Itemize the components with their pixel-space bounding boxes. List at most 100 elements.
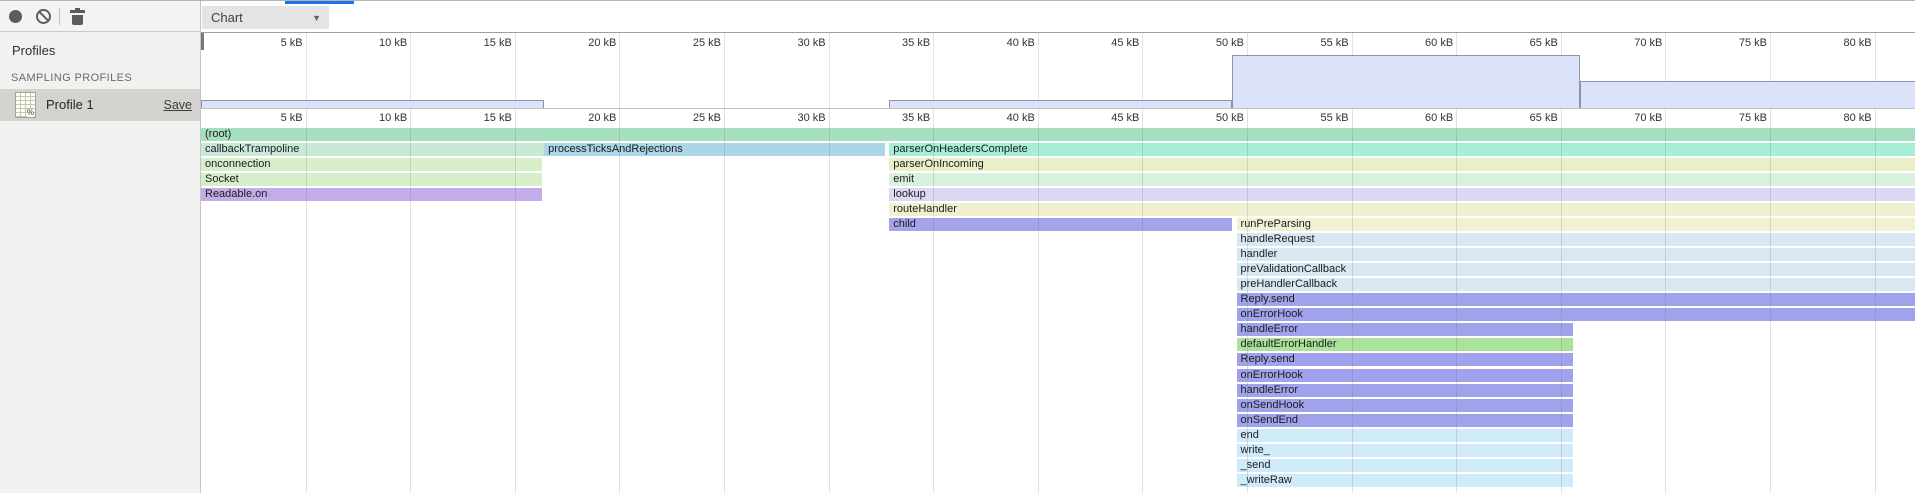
flame-bar-emit[interactable]: emit [889, 173, 1915, 186]
tick-label-80kb: 80 kB [1843, 37, 1871, 49]
flame-bar-_writeRaw[interactable]: _writeRaw [1237, 474, 1574, 487]
clear-slash [38, 11, 49, 22]
gridline-45kb [1142, 33, 1143, 108]
flame-bar-Reply.send[interactable]: Reply.send [1237, 353, 1574, 366]
flame-bar-onErrorHook[interactable]: onErrorHook [1237, 369, 1574, 382]
tick-label-30kb: 30 kB [797, 37, 825, 49]
tick-label-80kb: 80 kB [1843, 112, 1871, 124]
flame-bar-Socket[interactable]: Socket [201, 173, 542, 186]
gridline-35kb [933, 33, 934, 108]
gridline-30kb [829, 109, 830, 493]
flame-bar-child[interactable]: child [889, 218, 1232, 231]
tick-label-70kb: 70 kB [1634, 112, 1662, 124]
clear-all-profiles-icon[interactable] [36, 9, 51, 24]
tick-label-15kb: 15 kB [484, 112, 512, 124]
gridline-25kb [724, 33, 725, 108]
sidebar-divider [200, 1, 201, 493]
overview-area-segment-1[interactable] [201, 100, 544, 108]
flame-bar-Reply.send[interactable]: Reply.send [1237, 293, 1915, 306]
tick-label-70kb: 70 kB [1634, 37, 1662, 49]
tick-label-25kb: 25 kB [693, 112, 721, 124]
profile-name: Profile 1 [46, 89, 94, 121]
flame-bar-end[interactable]: end [1237, 429, 1574, 442]
chevron-down-icon: ▼ [312, 7, 321, 30]
flame-chart-pane[interactable]: 5 kB 10 kB 15 kB 20 kB 25 kB 30 kB 35 kB 40 kB 4… [201, 109, 1915, 493]
tick-label-25kb: 25 kB [693, 37, 721, 49]
flame-bar-onSendEnd[interactable]: onSendEnd [1237, 414, 1574, 427]
sidebar-title: Profiles [12, 43, 55, 58]
tick-label-40kb: 40 kB [1007, 37, 1035, 49]
gridline-25kb [724, 109, 725, 493]
tick-label-50kb: 50 kB [1216, 37, 1244, 49]
flame-bar-handleError[interactable]: handleError [1237, 323, 1574, 336]
tick-label-10kb: 10 kB [379, 37, 407, 49]
tick-label-5kb: 5 kB [281, 37, 303, 49]
flame-bar-Readable.on[interactable]: Readable.on [201, 188, 542, 201]
tick-label-65kb: 65 kB [1530, 37, 1558, 49]
tick-label-60kb: 60 kB [1425, 112, 1453, 124]
gridline-5kb [306, 33, 307, 108]
gridline-10kb [410, 33, 411, 108]
flame-bar-routeHandler[interactable]: routeHandler [889, 203, 1915, 216]
memory-overview-pane[interactable]: 5 kB 10 kB 15 kB 20 kB 25 kB 30 kB 35 kB 40 kB 4… [201, 32, 1915, 109]
tick-label-65kb: 65 kB [1530, 112, 1558, 124]
tick-label-50kb: 50 kB [1216, 112, 1244, 124]
profiler-window: Profiles SAMPLING PROFILES % Profile 1 S… [0, 0, 1915, 493]
toolbar-separator [59, 8, 60, 25]
tick-label-30kb: 30 kB [797, 112, 825, 124]
tick-label-15kb: 15 kB [484, 37, 512, 49]
tick-label-10kb: 10 kB [379, 112, 407, 124]
flame-bar-parserOnIncoming[interactable]: parserOnIncoming [889, 158, 1915, 171]
tick-label-5kb: 5 kB [281, 112, 303, 124]
tick-label-55kb: 55 kB [1320, 112, 1348, 124]
gridline-20kb [619, 33, 620, 108]
gridline-30kb [829, 33, 830, 108]
gridline-15kb [515, 33, 516, 108]
flame-bar-preValidationCallback[interactable]: preValidationCallback [1237, 263, 1915, 276]
tick-label-35kb: 35 kB [902, 37, 930, 49]
flame-bar-_send[interactable]: _send [1237, 459, 1574, 472]
overview-drag-handle[interactable] [201, 33, 204, 50]
flame-bar-onSendHook[interactable]: onSendHook [1237, 399, 1574, 412]
tick-label-45kb: 45 kB [1111, 112, 1139, 124]
flame-bar-runPreParsing[interactable]: runPreParsing [1237, 218, 1915, 231]
chart-header: Chart ▼ [201, 1, 1915, 32]
save-link[interactable]: Save [164, 89, 193, 121]
flame-bar-preHandlerCallback[interactable]: preHandlerCallback [1237, 278, 1915, 291]
tick-label-35kb: 35 kB [902, 112, 930, 124]
flame-bar-(root)[interactable]: (root) [201, 128, 1915, 141]
tick-label-40kb: 40 kB [1007, 112, 1035, 124]
flame-bar-onErrorHook[interactable]: onErrorHook [1237, 308, 1915, 321]
flame-bar-defaultErrorHandler[interactable]: defaultErrorHandler [1237, 338, 1574, 351]
flame-bar-parserOnHeadersComplete[interactable]: parserOnHeadersComplete [889, 143, 1915, 156]
overview-area-segment-2[interactable] [889, 100, 1232, 108]
tick-label-20kb: 20 kB [588, 37, 616, 49]
tick-label-75kb: 75 kB [1739, 112, 1767, 124]
flame-bar-callbackTrampoline[interactable]: callbackTrampoline [201, 143, 544, 156]
tick-label-55kb: 55 kB [1320, 37, 1348, 49]
record-icon[interactable] [9, 10, 22, 23]
profiler-toolbar [0, 1, 200, 32]
tick-label-75kb: 75 kB [1739, 37, 1767, 49]
overview-area-segment-3[interactable] [1232, 55, 1579, 108]
view-mode-select[interactable]: Chart ▼ [202, 6, 329, 29]
flame-bar-onconnection[interactable]: onconnection [201, 158, 542, 171]
flame-bar-processTicksAndRejections[interactable]: processTicksAndRejections [544, 143, 885, 156]
sidebar-item-profile-1[interactable]: % Profile 1 Save [0, 89, 200, 121]
flame-bar-lookup[interactable]: lookup [889, 188, 1915, 201]
flame-bar-handler[interactable]: handler [1237, 248, 1915, 261]
flame-bar-handleError[interactable]: handleError [1237, 384, 1574, 397]
gridline-40kb [1038, 33, 1039, 108]
tick-label-45kb: 45 kB [1111, 37, 1139, 49]
overview-area-segment-4[interactable] [1580, 81, 1915, 108]
gridline-20kb [619, 109, 620, 493]
tick-label-60kb: 60 kB [1425, 37, 1453, 49]
sampling-profiles-section-label: SAMPLING PROFILES [11, 72, 132, 84]
view-mode-value: Chart [211, 10, 243, 25]
profile-icon: % [15, 92, 36, 118]
flame-bar-handleRequest[interactable]: handleRequest [1237, 233, 1915, 246]
flame-bar-write_[interactable]: write_ [1237, 444, 1574, 457]
tick-label-20kb: 20 kB [588, 112, 616, 124]
profiles-sidebar: Profiles SAMPLING PROFILES % Profile 1 S… [0, 32, 200, 493]
trash-icon[interactable] [70, 8, 85, 25]
